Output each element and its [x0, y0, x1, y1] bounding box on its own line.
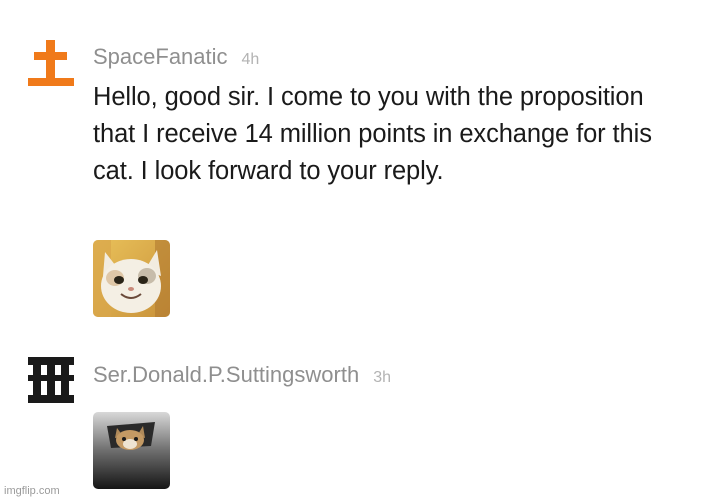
- user-avatar[interactable]: [26, 355, 76, 405]
- comment-header: SpaceFanatic 4h: [93, 44, 259, 70]
- cross-avatar-icon: [28, 40, 74, 86]
- timestamp: 4h: [241, 51, 260, 68]
- watermark: imgflip.com: [4, 485, 60, 497]
- comment-text: Hello, good sir. I come to you with the …: [93, 83, 652, 185]
- timestamp: 3h: [373, 369, 391, 386]
- ceiling-cat-image[interactable]: [93, 412, 170, 489]
- username[interactable]: Ser.Donald.P.Suttingsworth: [93, 362, 359, 387]
- smiling-cat-image[interactable]: [93, 240, 170, 317]
- pillars-avatar-icon: [28, 357, 74, 403]
- user-avatar[interactable]: [26, 40, 76, 90]
- comment-header: Ser.Donald.P.Suttingsworth 3h: [93, 362, 391, 388]
- username[interactable]: SpaceFanatic: [93, 44, 228, 69]
